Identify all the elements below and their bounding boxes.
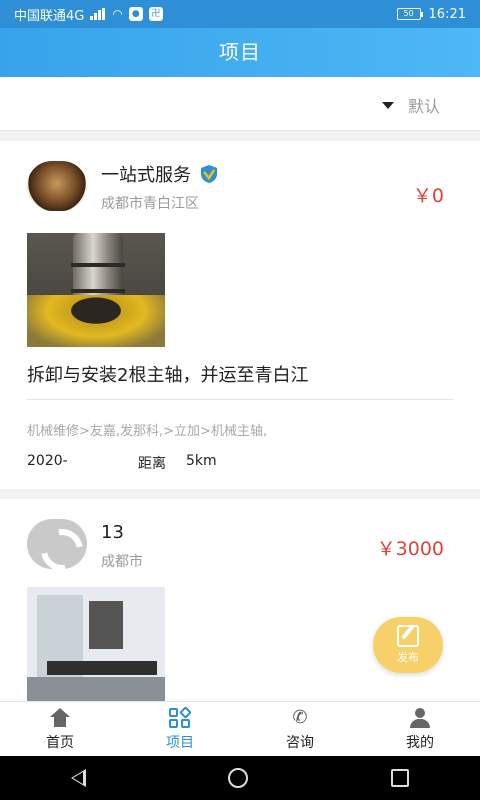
app-badge-icon: ●: [128, 7, 143, 21]
signal-icon: [90, 8, 106, 20]
phone-icon: ✆: [292, 707, 308, 728]
status-bar: 中国联通4G ◠ ● 卍 50 16:21: [0, 0, 480, 28]
tab-label: 项目: [166, 735, 194, 751]
user-city: 成都市青白江区: [101, 196, 199, 212]
user-icon: [408, 708, 432, 728]
wifi-icon: ◠: [112, 7, 123, 21]
battery-icon: 50: [396, 8, 423, 20]
project-date: 2020-: [27, 453, 68, 469]
recent-apps-icon[interactable]: [390, 769, 409, 787]
tab-projects[interactable]: 项目: [120, 702, 240, 756]
publish-button[interactable]: 发布: [373, 617, 443, 673]
sort-label: 默认: [407, 97, 440, 116]
system-nav-bar: [0, 756, 480, 800]
project-tags: 机械维修>友嘉,发那科,>立加>机械主轴,: [27, 424, 268, 439]
home-circle-icon[interactable]: [228, 768, 249, 788]
filter-bar: 默认: [0, 77, 480, 131]
verified-shield-icon: [201, 165, 217, 183]
sort-dropdown[interactable]: 默认: [381, 93, 440, 117]
back-icon[interactable]: [71, 769, 87, 787]
project-image[interactable]: [27, 233, 165, 347]
tab-home[interactable]: 首页: [0, 702, 120, 756]
battery-level: 50: [403, 9, 414, 18]
triangle-down-icon: [381, 101, 394, 109]
edit-note-icon: [397, 625, 419, 647]
bottom-tab-bar: 首页 项目 ✆ 咨询 我的: [0, 701, 480, 756]
tab-mine[interactable]: 我的: [360, 702, 480, 756]
publish-label: 发布: [397, 651, 419, 664]
app-badge-icon: 卍: [148, 7, 163, 21]
tab-label: 首页: [46, 735, 74, 751]
user-name: 一站式服务: [101, 165, 191, 186]
user-name: 13: [101, 521, 124, 543]
clock: 16:21: [428, 6, 466, 22]
distance-value: 5km: [186, 453, 217, 469]
project-title[interactable]: 拆卸与安装2根主轴，并运至青白江: [27, 361, 453, 400]
project-card[interactable]: 一站式服务 成都市青白江区 ￥0 拆卸与安装2根主轴，并运至青白江 机械维修>友…: [0, 141, 480, 489]
home-icon: [48, 708, 72, 728]
grid-icon: [168, 706, 192, 728]
page-title: 项目: [0, 28, 480, 77]
avatar[interactable]: [27, 161, 87, 211]
tab-label: 咨询: [286, 735, 314, 751]
avatar[interactable]: [27, 519, 87, 569]
tab-consult[interactable]: ✆ 咨询: [240, 702, 360, 756]
carrier-label: 中国联通4G: [14, 8, 85, 24]
tab-label: 我的: [406, 735, 434, 751]
distance-label: 距离: [138, 456, 166, 472]
project-image[interactable]: [27, 587, 165, 701]
price: ￥3000: [376, 538, 444, 560]
price: ￥0: [412, 185, 444, 207]
